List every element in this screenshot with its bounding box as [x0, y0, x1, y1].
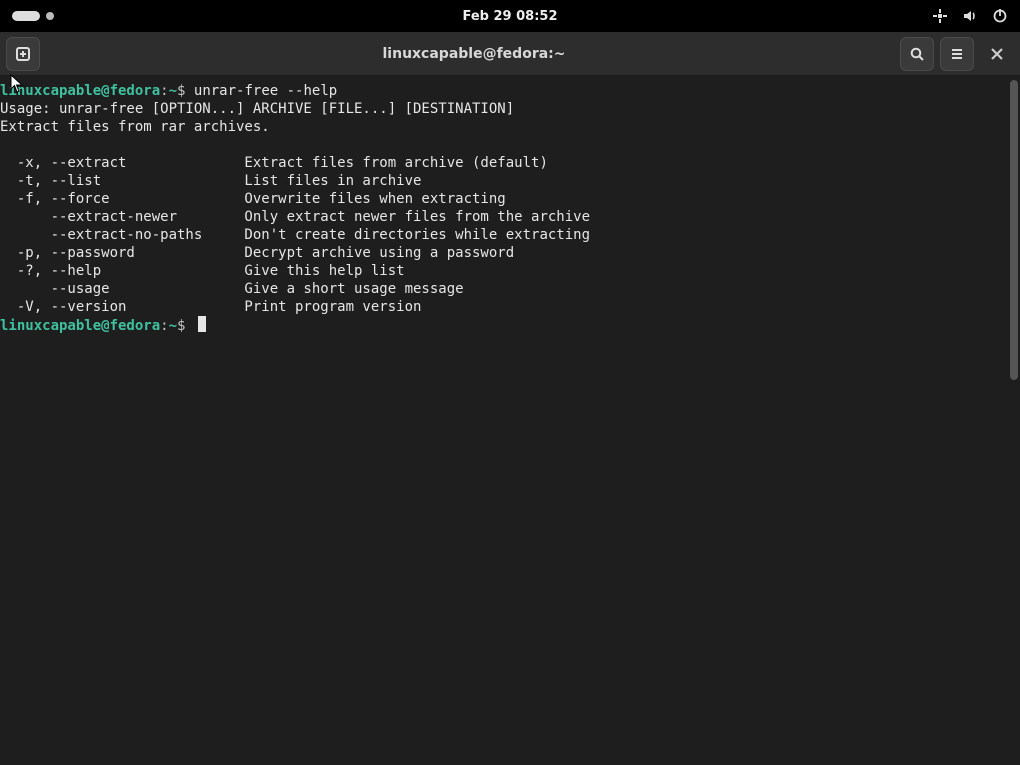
blank-line	[0, 136, 1020, 154]
gnome-top-bar: Feb 29 08:52	[0, 0, 1020, 32]
prompt-user: linuxcapable@fedora	[0, 318, 160, 334]
search-icon	[909, 46, 925, 62]
terminal-window: linuxcapable@fedora:~ linuxcapable@fedor…	[0, 32, 1020, 765]
activities-dot-icon	[46, 12, 54, 20]
terminal-viewport[interactable]: linuxcapable@fedora:~$ unrar-free --help…	[0, 76, 1020, 765]
prompt-symbol: $	[177, 318, 194, 334]
clock[interactable]: Feb 29 08:52	[463, 9, 558, 24]
activities-indicator[interactable]	[12, 11, 54, 21]
scrollbar-thumb[interactable]	[1010, 80, 1018, 380]
titlebar: linuxcapable@fedora:~	[0, 32, 1020, 76]
option-line: -?, --help Give this help list	[0, 262, 1020, 280]
entered-command: unrar-free --help	[194, 83, 337, 99]
volume-icon	[962, 8, 978, 24]
prompt-line: linuxcapable@fedora:~$ unrar-free --help	[0, 82, 1020, 100]
terminal-cursor	[198, 316, 206, 332]
system-tray[interactable]	[932, 8, 1008, 24]
prompt-path: ~	[169, 318, 177, 334]
option-line: -t, --list List files in archive	[0, 172, 1020, 190]
option-line: -x, --extract Extract files from archive…	[0, 154, 1020, 172]
prompt-user: linuxcapable@fedora	[0, 83, 160, 99]
network-icon	[932, 8, 948, 24]
desc-line: Extract files from rar archives.	[0, 118, 1020, 136]
prompt-path: ~	[169, 83, 177, 99]
usage-line: Usage: unrar-free [OPTION...] ARCHIVE [F…	[0, 100, 1020, 118]
option-line: --extract-newer Only extract newer files…	[0, 208, 1020, 226]
terminal-output[interactable]: linuxcapable@fedora:~$ unrar-free --help…	[0, 76, 1020, 765]
close-icon	[990, 47, 1004, 61]
window-title: linuxcapable@fedora:~	[54, 46, 894, 62]
prompt-symbol: $	[177, 83, 194, 99]
close-button[interactable]	[980, 37, 1014, 71]
option-line: --extract-no-paths Don't create director…	[0, 226, 1020, 244]
prompt-sep: :	[160, 83, 168, 99]
option-line: -p, --password Decrypt archive using a p…	[0, 244, 1020, 262]
prompt-line: linuxcapable@fedora:~$	[0, 316, 1020, 335]
power-icon	[992, 8, 1008, 24]
search-button[interactable]	[900, 37, 934, 71]
prompt-sep: :	[160, 318, 168, 334]
activities-pill-icon	[12, 11, 40, 21]
option-line: --usage Give a short usage message	[0, 280, 1020, 298]
option-line: -V, --version Print program version	[0, 298, 1020, 316]
hamburger-icon	[949, 46, 965, 62]
plus-icon	[15, 46, 31, 62]
new-tab-button[interactable]	[6, 37, 40, 71]
option-line: -f, --force Overwrite files when extract…	[0, 190, 1020, 208]
menu-button[interactable]	[940, 37, 974, 71]
